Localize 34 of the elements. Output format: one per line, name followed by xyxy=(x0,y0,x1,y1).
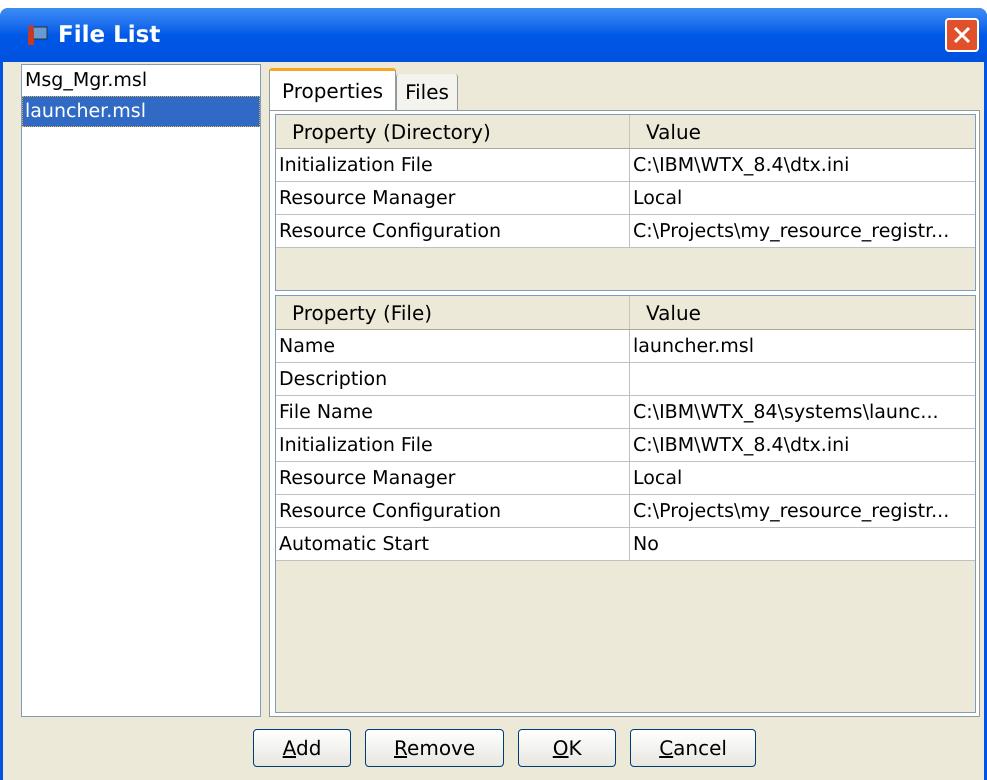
tab[interactable]: Properties xyxy=(269,68,396,110)
table-cell-text: Local xyxy=(633,466,682,491)
table-cell-text: Name xyxy=(279,334,336,359)
tab[interactable]: Files xyxy=(396,74,458,110)
table-cell-text: Resource Manager xyxy=(279,466,456,491)
dialog-button[interactable]: Add xyxy=(253,729,352,767)
dialog-button[interactable]: OK xyxy=(518,729,616,767)
table-cell-text: Automatic Start xyxy=(279,532,429,557)
table-cell-text: Resource Configuration xyxy=(279,218,502,244)
table-cell-text: Local xyxy=(633,186,682,211)
table-cell-text: C:\IBM\WTX_8.4\dtx.ini xyxy=(633,152,850,178)
table-cell-text: C:\Projects\my_resource_registr... xyxy=(633,498,950,524)
table-cell-text: File Name xyxy=(279,400,373,425)
column-header[interactable]: Property (Directory) xyxy=(292,116,491,146)
table-cell-text: Initialization File xyxy=(279,432,433,458)
file-list-item[interactable]: launcher.msl xyxy=(22,96,260,127)
column-header[interactable]: Value xyxy=(646,298,701,328)
table-cell-text: C:\IBM\WTX_8.4\dtx.ini xyxy=(633,432,850,458)
column-header[interactable]: Property (File) xyxy=(292,298,432,328)
table-cell-text: No xyxy=(633,532,659,557)
table-cell-text: Initialization File xyxy=(279,152,433,178)
file-list-item[interactable]: Msg_Mgr.msl xyxy=(22,65,260,96)
table-cell-text: C:\IBM\WTX_84\systems\launc... xyxy=(633,400,939,425)
window-title: File List xyxy=(58,20,160,50)
table-cell-text: C:\Projects\my_resource_registr... xyxy=(633,218,950,244)
dialog-button[interactable]: Cancel xyxy=(630,729,756,767)
table-cell-text: launcher.msl xyxy=(633,334,754,359)
table-cell-text: Resource Configuration xyxy=(279,498,502,524)
close-icon xyxy=(953,26,971,44)
table-cell-text: Description xyxy=(279,366,388,392)
column-header[interactable]: Value xyxy=(646,116,701,146)
dialog-button[interactable]: Remove xyxy=(365,729,504,767)
table-cell-text: Resource Manager xyxy=(279,186,456,211)
close-button[interactable] xyxy=(945,18,979,52)
